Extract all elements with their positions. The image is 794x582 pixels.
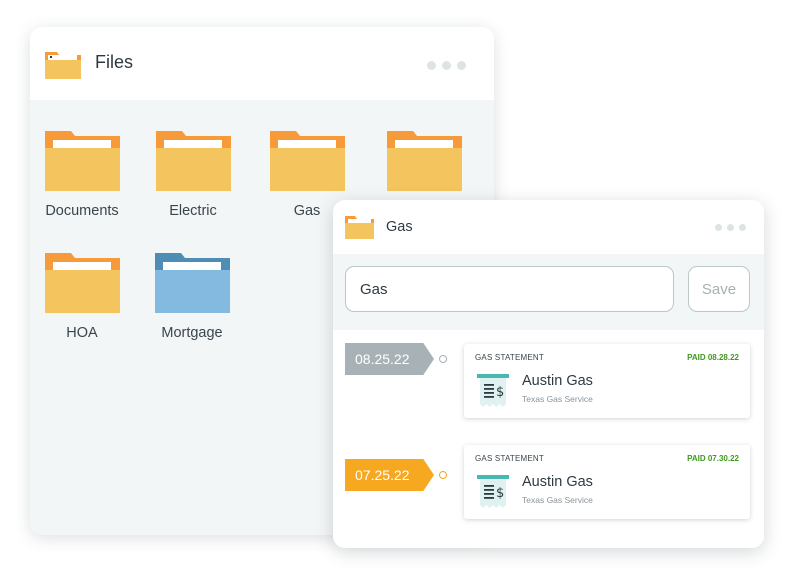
date-tag: 08.25.22 xyxy=(345,343,434,375)
statement-card[interactable]: GAS STATEMENT PAID 07.30.22 $ Austin Gas… xyxy=(464,445,750,519)
gas-window-header: Gas xyxy=(333,200,764,254)
timeline-dot xyxy=(439,355,447,363)
window-title: Gas xyxy=(386,219,413,235)
folder-icon xyxy=(345,216,374,239)
date-tag: 07.25.22 xyxy=(345,459,434,491)
files-window-header: Files xyxy=(30,27,494,100)
search-input[interactable] xyxy=(345,266,674,312)
statement-kind: GAS STATEMENT xyxy=(475,454,544,463)
folder-icon xyxy=(44,131,120,191)
window-title: Files xyxy=(95,52,134,72)
folder-label: Electric xyxy=(169,203,217,219)
folder-label: HOA xyxy=(66,325,98,341)
svg-text:$: $ xyxy=(496,486,504,501)
provider-name: Texas Gas Service xyxy=(522,495,593,505)
paid-status: PAID 08.28.22 xyxy=(687,353,739,362)
folder-electric[interactable]: Electric xyxy=(138,131,248,219)
statement-kind: GAS STATEMENT xyxy=(475,353,544,362)
folder-label: Documents xyxy=(45,203,119,219)
company-name: Austin Gas xyxy=(522,474,593,490)
provider-name: Texas Gas Service xyxy=(522,394,593,404)
folder-hoa[interactable]: HOA xyxy=(30,253,137,341)
folder-icon xyxy=(154,253,230,313)
receipt-icon: $ xyxy=(477,475,509,508)
folder-icon xyxy=(44,253,120,313)
folder-icon xyxy=(386,131,462,191)
folder-icon xyxy=(155,131,231,191)
folder-mortgage[interactable]: Mortgage xyxy=(137,253,247,341)
more-options-icon[interactable] xyxy=(427,61,466,70)
gas-window: Gas Save 08.25.22 GAS STATEMENT PAID 08.… xyxy=(333,200,764,548)
statement-card[interactable]: GAS STATEMENT PAID 08.28.22 $ Austin Gas… xyxy=(464,344,750,418)
more-options-icon[interactable] xyxy=(715,224,746,231)
statement-list: 08.25.22 GAS STATEMENT PAID 08.28.22 $ A… xyxy=(333,330,764,548)
paid-status: PAID 07.30.22 xyxy=(687,454,739,463)
folder-icon xyxy=(45,52,81,79)
receipt-icon: $ xyxy=(477,374,509,407)
save-button[interactable]: Save xyxy=(688,266,750,312)
svg-text:$: $ xyxy=(496,385,504,400)
folder-documents[interactable]: Documents xyxy=(30,131,137,219)
folder-label: Mortgage xyxy=(161,325,223,341)
company-name: Austin Gas xyxy=(522,373,593,389)
folder-icon xyxy=(269,131,345,191)
timeline-dot xyxy=(439,471,447,479)
folder-unnamed[interactable] xyxy=(369,131,479,203)
